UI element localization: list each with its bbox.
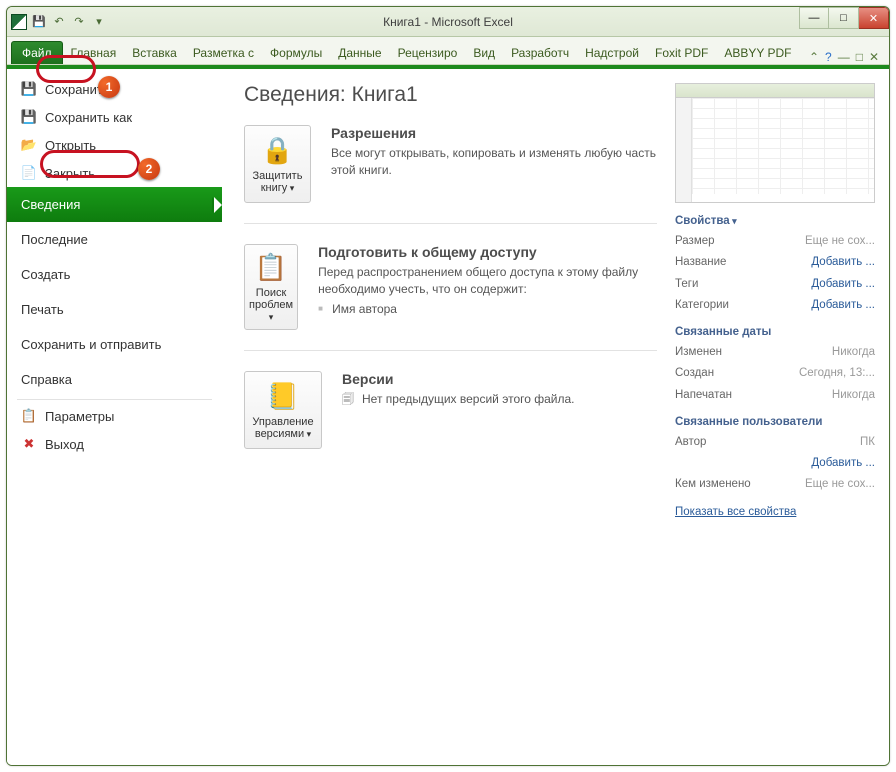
prop-row: ТегиДобавить ... [675,274,875,295]
protect-workbook-button[interactable]: 🔒 Защитить книгу [244,125,311,203]
prop-row: НазваниеДобавить ... [675,252,875,273]
info-block-versions: 📒 Управление версиями Версии 🗐Нет предыд… [244,371,657,469]
prop-row: ИзмененНикогда [675,342,875,363]
sidebar-label: Выход [45,437,84,452]
close-doc-icon: 📄 [21,165,37,181]
sidebar-label: Сохранить как [45,110,132,125]
block-body: 🗐Нет предыдущих версий этого файла. [342,391,575,408]
lock-icon: 🔒 [261,134,293,166]
help-icon[interactable]: ? [825,50,832,64]
block-title: Разрешения [331,125,657,141]
tab-developer[interactable]: Разработч [503,41,577,64]
minimize-button[interactable]: — [799,7,829,29]
button-label: Поиск проблем [249,287,293,323]
backstage-content: Сведения: Книга1 🔒 Защитить книгу Разреш… [222,69,889,765]
block-text: Версии 🗐Нет предыдущих версий этого файл… [342,371,575,449]
sidebar-item-exit[interactable]: ✖ Выход [7,430,222,458]
prop-row: КатегорииДобавить ... [675,295,875,316]
check-issues-button[interactable]: 📋 Поиск проблем [244,244,298,330]
sidebar-item-share[interactable]: Сохранить и отправить [7,327,222,362]
versions-icon: 📒 [267,380,299,412]
sidebar-item-recent[interactable]: Последние [7,222,222,257]
doc-icon: 🗐 [342,391,356,408]
sidebar-item-close[interactable]: 📄 Закрыть [7,159,222,187]
tab-data[interactable]: Данные [330,41,389,64]
excel-icon [11,14,27,30]
window-controls: — □ ✕ [799,7,889,36]
properties-pane: Свойства РазмерЕще не сох... НазваниеДоб… [675,83,875,751]
block-text: Подготовить к общему доступу Перед распр… [318,244,657,330]
people-heading: Связанные пользователи [675,416,875,428]
block-title: Версии [342,371,575,387]
sidebar-item-saveas[interactable]: 💾 Сохранить как [7,103,222,131]
inspect-icon: 📋 [255,251,287,283]
qat-redo-icon[interactable]: ↷ [71,14,87,30]
manage-versions-button[interactable]: 📒 Управление версиями [244,371,322,449]
sidebar-item-info[interactable]: Сведения [7,187,222,222]
tab-foxit[interactable]: Foxit PDF [647,41,716,64]
tab-review[interactable]: Рецензиро [390,41,466,64]
qat-save-icon[interactable]: 💾 [31,14,47,30]
document-preview[interactable] [675,83,875,203]
child-close-icon[interactable]: ✕ [869,50,879,64]
tab-abbyy[interactable]: ABBYY PDF [716,41,799,64]
qat-undo-icon[interactable]: ↶ [51,14,67,30]
tab-formulas[interactable]: Формулы [262,41,330,64]
tab-insert[interactable]: Вставка [124,41,185,64]
block-title: Подготовить к общему доступу [318,244,657,260]
info-block-permissions: 🔒 Защитить книгу Разрешения Все могут от… [244,125,657,224]
dates-heading: Связанные даты [675,326,875,338]
window-title: Книга1 - Microsoft Excel [7,15,889,29]
button-label: Защитить книгу [249,170,306,194]
info-block-prepare: 📋 Поиск проблем Подготовить к общему дос… [244,244,657,351]
show-all-properties-link[interactable]: Показать все свойства [675,506,796,518]
child-restore-icon[interactable]: □ [856,50,863,64]
ribbon-tabs: Файл Главная Вставка Разметка с Формулы … [7,37,889,65]
sidebar-item-options[interactable]: 📋 Параметры [7,402,222,430]
open-icon: 📂 [21,137,37,153]
child-minimize-icon[interactable]: — [838,50,850,64]
backstage-sidebar: 💾 Сохранить 💾 Сохранить как 📂 Открыть 📄 … [7,69,222,765]
exit-icon: ✖ [21,436,37,452]
sidebar-item-new[interactable]: Создать [7,257,222,292]
prop-row: СозданСегодня, 13:... [675,363,875,384]
saveas-icon: 💾 [21,109,37,125]
sidebar-label: Сведения [21,197,80,212]
titlebar: 💾 ↶ ↷ ▾ Книга1 - Microsoft Excel — □ ✕ [7,7,889,37]
sidebar-label: Закрыть [45,166,95,181]
sidebar-label: Открыть [45,138,96,153]
sidebar-item-print[interactable]: Печать [7,292,222,327]
maximize-button[interactable]: □ [829,7,859,29]
sidebar-label: Сохранить [45,82,110,97]
ribbon-minimize-icon[interactable]: ⌃ [809,50,819,64]
tab-view[interactable]: Вид [465,41,503,64]
prop-row: АвторПК [675,432,875,453]
tab-home[interactable]: Главная [63,41,125,64]
prop-row: Добавить ... [675,453,875,474]
sidebar-item-open[interactable]: 📂 Открыть [7,131,222,159]
sidebar-item-save[interactable]: 💾 Сохранить [7,75,222,103]
quick-access-toolbar: 💾 ↶ ↷ ▾ [7,14,111,30]
prop-row: Кем измененоЕще не сох... [675,474,875,495]
sidebar-label: Параметры [45,409,114,424]
save-icon: 💾 [21,81,37,97]
button-label: Управление версиями [249,416,317,440]
block-body: Все могут открывать, копировать и изменя… [331,145,657,179]
tab-addins[interactable]: Надстрой [577,41,647,64]
backstage-view: 💾 Сохранить 💾 Сохранить как 📂 Открыть 📄 … [7,69,889,765]
qat-more-icon[interactable]: ▾ [91,14,107,30]
block-text: Разрешения Все могут открывать, копирова… [331,125,657,203]
options-icon: 📋 [21,408,37,424]
info-main: Сведения: Книга1 🔒 Защитить книгу Разреш… [244,83,657,751]
page-title: Сведения: Книга1 [244,83,657,107]
prop-row: РазмерЕще не сох... [675,231,875,252]
block-bullet: Имя автора [318,302,657,316]
properties-heading[interactable]: Свойства [675,215,875,227]
sidebar-item-help[interactable]: Справка [7,362,222,397]
close-button[interactable]: ✕ [859,7,889,29]
prop-row: НапечатанНикогда [675,385,875,406]
block-body: Перед распространением общего доступа к … [318,264,657,298]
tab-layout[interactable]: Разметка с [185,41,262,64]
tab-file[interactable]: Файл [11,41,63,64]
